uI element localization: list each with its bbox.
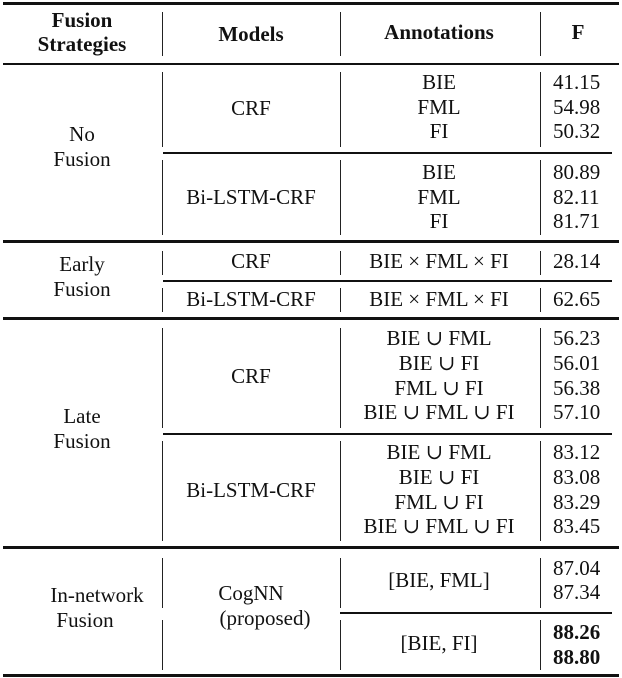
model-label: CRF [231, 249, 271, 273]
annotation-cell: BIE × FML × FI [369, 287, 509, 311]
model-label: CogNN [218, 581, 284, 605]
late-fusion-mid-rule [163, 433, 612, 435]
header-models: Models [218, 22, 284, 46]
f-cell: 83.29 [553, 490, 601, 514]
f-cell: 83.45 [553, 514, 601, 538]
column-divider [162, 160, 164, 235]
f-cell: 57.10 [553, 400, 601, 424]
f-cell: 87.04 [553, 556, 601, 580]
f-cell: 41.15 [553, 70, 601, 94]
column-divider [340, 288, 342, 312]
annotation-cell: BIE ∪ FI [398, 351, 480, 375]
column-divider [162, 558, 164, 608]
f-cell: 56.23 [553, 326, 601, 350]
column-divider [162, 441, 164, 541]
column-divider [340, 558, 342, 608]
strategy-label: Fusion [56, 608, 114, 632]
model-label: Bi-LSTM-CRF [186, 287, 316, 311]
annotation-cell: FML [417, 185, 461, 209]
early-fusion-mid-rule [163, 280, 612, 282]
header-annotations: Annotations [384, 20, 494, 44]
f-cell: 28.14 [553, 249, 601, 273]
column-divider [340, 72, 342, 147]
header-rule [3, 63, 619, 65]
f-cell: 54.98 [553, 95, 601, 119]
f-cell: 82.11 [553, 185, 600, 209]
column-divider [540, 12, 542, 56]
column-divider [340, 12, 342, 56]
strategy-label: Early [59, 252, 105, 276]
column-divider [540, 558, 542, 608]
annotation-cell: BIE ∪ FML ∪ FI [363, 514, 515, 538]
f-cell: 62.65 [553, 287, 601, 311]
column-divider [540, 251, 542, 275]
column-divider [540, 441, 542, 541]
annotation-cell: BIE × FML × FI [369, 249, 509, 273]
column-divider [540, 620, 542, 670]
header-f: F [571, 20, 585, 44]
annotation-cell: FML [417, 95, 461, 119]
f-cell-best: 88.26 [553, 620, 601, 644]
f-cell: 83.12 [553, 440, 601, 464]
strategy-label: Fusion [53, 277, 111, 301]
early-fusion-bottom-rule [3, 317, 619, 320]
column-divider [162, 251, 164, 275]
annotation-cell: [BIE, FML] [388, 568, 490, 592]
annotation-cell: BIE [422, 70, 456, 94]
strategy-label: Late [63, 404, 101, 428]
bottom-rule [3, 674, 619, 677]
annotation-cell: BIE ∪ FML [386, 326, 492, 350]
annotation-cell: BIE ∪ FML ∪ FI [363, 400, 515, 424]
late-fusion-bottom-rule [3, 546, 619, 549]
f-cell: 83.08 [553, 465, 601, 489]
header-strategy-line2: Strategies [37, 32, 127, 56]
column-divider [540, 288, 542, 312]
column-divider [162, 328, 164, 428]
column-divider [340, 620, 342, 670]
model-label: CRF [231, 364, 271, 388]
strategy-label: In-network [50, 583, 144, 607]
annotation-cell: BIE [422, 160, 456, 184]
annotation-cell: FML ∪ FI [394, 376, 484, 400]
in-network-mid-rule [340, 612, 612, 614]
annotation-cell: BIE ∪ FML [386, 440, 492, 464]
column-divider [162, 12, 164, 56]
strategy-label: No [69, 122, 95, 146]
column-divider [340, 160, 342, 235]
column-divider [340, 251, 342, 275]
f-cell: 56.38 [553, 376, 601, 400]
annotation-cell: FI [429, 209, 449, 233]
model-label: Bi-LSTM-CRF [186, 478, 316, 502]
f-cell: 80.89 [553, 160, 601, 184]
column-divider [162, 288, 164, 312]
header-strategy-line1: Fusion [51, 8, 113, 32]
annotation-cell: BIE ∪ FI [398, 465, 480, 489]
column-divider [540, 160, 542, 235]
annotation-cell: FML ∪ FI [394, 490, 484, 514]
column-divider [162, 620, 164, 670]
column-divider [340, 328, 342, 428]
column-divider [540, 328, 542, 428]
strategy-label: Fusion [53, 429, 111, 453]
model-label: CRF [231, 96, 271, 120]
no-fusion-bottom-rule [3, 240, 619, 243]
strategy-label: Fusion [53, 147, 111, 171]
column-divider [162, 72, 164, 147]
f-cell: 56.01 [553, 351, 601, 375]
column-divider [540, 72, 542, 147]
no-fusion-mid-rule [163, 152, 612, 154]
f-cell: 81.71 [553, 209, 601, 233]
f-cell: 50.32 [553, 119, 601, 143]
f-cell-best: 88.80 [553, 645, 601, 669]
model-label: Bi-LSTM-CRF [186, 185, 316, 209]
column-divider [340, 441, 342, 541]
annotation-cell: [BIE, FI] [400, 631, 478, 655]
f-cell: 87.34 [553, 580, 601, 604]
model-label: (proposed) [219, 606, 311, 630]
annotation-cell: FI [429, 119, 449, 143]
top-rule [3, 2, 619, 5]
